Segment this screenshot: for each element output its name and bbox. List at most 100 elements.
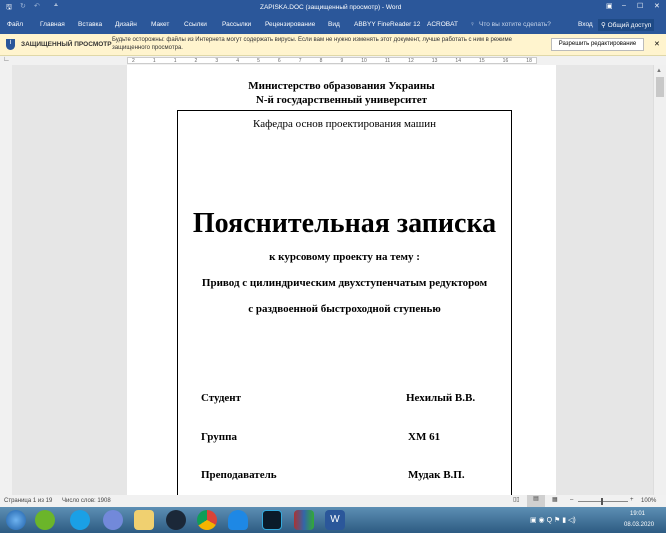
- teacher-label: Преподаватель: [201, 469, 277, 481]
- ruler-tick: 1: [173, 58, 177, 64]
- page-count[interactable]: Страница 1 из 19: [4, 498, 52, 504]
- share-label: Общий доступ: [607, 22, 652, 29]
- word-taskbar-icon[interactable]: W: [325, 510, 345, 530]
- close-button[interactable]: ✕: [654, 2, 660, 10]
- minimize-button[interactable]: –: [622, 2, 626, 9]
- window-title: ZAPISKA.DOC (защищенный просмотр) - Word: [260, 4, 402, 11]
- zoom-slider[interactable]: [578, 501, 628, 502]
- ruler-tick: 14: [455, 58, 461, 64]
- tab-insert[interactable]: Вставка: [78, 21, 102, 28]
- ruler-tick: 10: [361, 58, 367, 64]
- ruler-tick: 9: [340, 58, 344, 64]
- student-value: Нехилый В.В.: [406, 392, 476, 404]
- undo-icon[interactable]: ↶: [34, 2, 40, 10]
- ruler-tick: 13: [431, 58, 438, 64]
- save-icon[interactable]: 🖫: [6, 3, 12, 14]
- word-count[interactable]: Число слов: 1908: [62, 498, 111, 504]
- subtitle-text: к курсовому проекту на тему :: [269, 251, 420, 263]
- maximize-button[interactable]: ☐: [637, 2, 643, 10]
- ruler-tick: 3: [215, 58, 219, 64]
- ruler-tick: 15: [479, 58, 485, 64]
- department-text: Кафедра основ проектирования машин: [253, 118, 436, 130]
- sign-in-link[interactable]: Вход: [578, 21, 593, 28]
- tab-mailings[interactable]: Рассылки: [222, 21, 251, 28]
- tab-review[interactable]: Рецензирование: [265, 21, 315, 28]
- read-mode-icon[interactable]: ▯▯: [513, 496, 520, 503]
- ruler-tick: 5: [257, 58, 260, 64]
- person-icon: ⚲: [601, 22, 608, 29]
- university-text: N-й государственный университет: [255, 94, 428, 106]
- file-explorer-icon[interactable]: [134, 510, 154, 530]
- skype-icon[interactable]: [70, 510, 90, 530]
- tab-view[interactable]: Вид: [328, 21, 340, 28]
- redo-icon[interactable]: ↻: [20, 2, 26, 10]
- vertical-scrollbar[interactable]: ▲: [653, 65, 666, 495]
- taskbar: W ▣ ◉ Q ⚑ ▮ ◁) 19:01 08.03.2020: [0, 507, 666, 533]
- xmind-icon[interactable]: [262, 510, 282, 530]
- ruler-tick: 16: [502, 58, 509, 64]
- ruler-tick: 4: [236, 58, 239, 64]
- ruler-tick: 11: [384, 58, 391, 64]
- teacher-value: Мудак В.П.: [408, 469, 465, 481]
- ministry-text: Министерство образования Украины: [248, 80, 435, 92]
- customize-icon[interactable]: ⩡: [54, 2, 58, 10]
- shield-icon: i: [6, 39, 15, 50]
- document-title: Пояснительная записка: [192, 208, 497, 239]
- student-label: Студент: [201, 392, 242, 404]
- tab-selector-icon[interactable]: ∟: [3, 56, 10, 63]
- tab-file[interactable]: Файл: [7, 21, 23, 28]
- zoom-out-button[interactable]: –: [570, 497, 573, 503]
- topic-line-2: с раздвоенной быстроходной ступенью: [248, 303, 441, 315]
- ruler-tick: 6: [277, 58, 281, 64]
- web-layout-icon[interactable]: ▦: [552, 496, 558, 503]
- title-bar: 🖫 ↻ ↶ ⩡ ZAPISKA.DOC (защищенный просмотр…: [0, 0, 666, 16]
- clock-time[interactable]: 19:01: [630, 511, 645, 517]
- heart-app-icon[interactable]: [228, 510, 248, 530]
- print-layout-icon[interactable]: ▤: [527, 495, 545, 507]
- tab-home[interactable]: Главная: [40, 21, 65, 28]
- horizontal-ruler[interactable]: ∟ 2 1 1 2 3 4 5 6 7 8 9 10 11 12 13 14 15 16 18: [0, 56, 666, 65]
- protected-view-title: ЗАЩИЩЕННЫЙ ПРОСМОТР: [21, 41, 112, 48]
- zoom-in-button[interactable]: +: [630, 497, 634, 503]
- status-bar: Страница 1 из 19 Число слов: 1908 ▯▯ ▤ ▦…: [0, 495, 666, 507]
- protected-view-bar: i ЗАЩИЩЕННЫЙ ПРОСМОТР Будьте осторожны: …: [0, 34, 666, 56]
- protected-view-message: Будьте осторожны: файлы из Интернета мог…: [112, 37, 512, 51]
- zoom-level[interactable]: 100%: [641, 498, 656, 504]
- tab-layout[interactable]: Макет: [151, 21, 169, 28]
- steam-icon[interactable]: [166, 510, 186, 530]
- ruler-scale: 2 1 1 2 3 4 5 6 7 8 9 10 11 12 13 14 15 16 18: [127, 57, 537, 64]
- ribbon-tabs: Файл Главная Вставка Дизайн Макет Ссылки…: [0, 16, 666, 34]
- tab-abbyy[interactable]: ABBYY FineReader 12: [354, 21, 420, 28]
- tab-design[interactable]: Дизайн: [115, 21, 137, 28]
- ruler-tick: 12: [408, 58, 414, 64]
- winrar-icon[interactable]: [294, 510, 314, 530]
- tab-acrobat[interactable]: ACROBAT: [427, 21, 458, 28]
- tab-references[interactable]: Ссылки: [184, 21, 207, 28]
- ruler-tick: 1: [152, 58, 156, 64]
- close-bar-icon[interactable]: ✕: [654, 40, 660, 48]
- discord-icon[interactable]: [103, 510, 123, 530]
- document-page[interactable]: Министерство образования Украины N-й гос…: [127, 65, 556, 510]
- start-button[interactable]: [6, 510, 26, 530]
- chrome-icon[interactable]: [197, 510, 217, 530]
- group-value: ХМ 61: [408, 431, 441, 443]
- ruler-tick: 8: [319, 58, 323, 64]
- enable-editing-button[interactable]: Разрешить редактирование: [551, 38, 644, 51]
- group-label: Группа: [201, 431, 237, 443]
- ribbon-options-icon[interactable]: ▣: [606, 2, 613, 10]
- scroll-thumb[interactable]: [656, 77, 664, 97]
- vertical-ruler[interactable]: [0, 65, 12, 495]
- tray-icons[interactable]: ▣ ◉ Q ⚑ ▮ ◁): [530, 516, 576, 524]
- ruler-tick: 2: [194, 58, 198, 64]
- tell-me-input[interactable]: Что вы хотите сделать?: [479, 21, 551, 28]
- share-button[interactable]: ⚲ Общий доступ: [598, 19, 655, 31]
- ruler-tick: 18: [526, 58, 532, 64]
- ruler-tick: 2: [132, 58, 135, 64]
- tell-me-icon[interactable]: ♀: [470, 21, 475, 28]
- clock-date[interactable]: 08.03.2020: [624, 522, 654, 528]
- scroll-up-icon[interactable]: ▲: [656, 68, 662, 74]
- ruler-tick: 7: [298, 58, 302, 64]
- zoom-slider-thumb[interactable]: [601, 498, 603, 505]
- topic-line-1: Привод с цилиндрическим двухступенчатым …: [201, 277, 488, 289]
- utorrent-icon[interactable]: [35, 510, 55, 530]
